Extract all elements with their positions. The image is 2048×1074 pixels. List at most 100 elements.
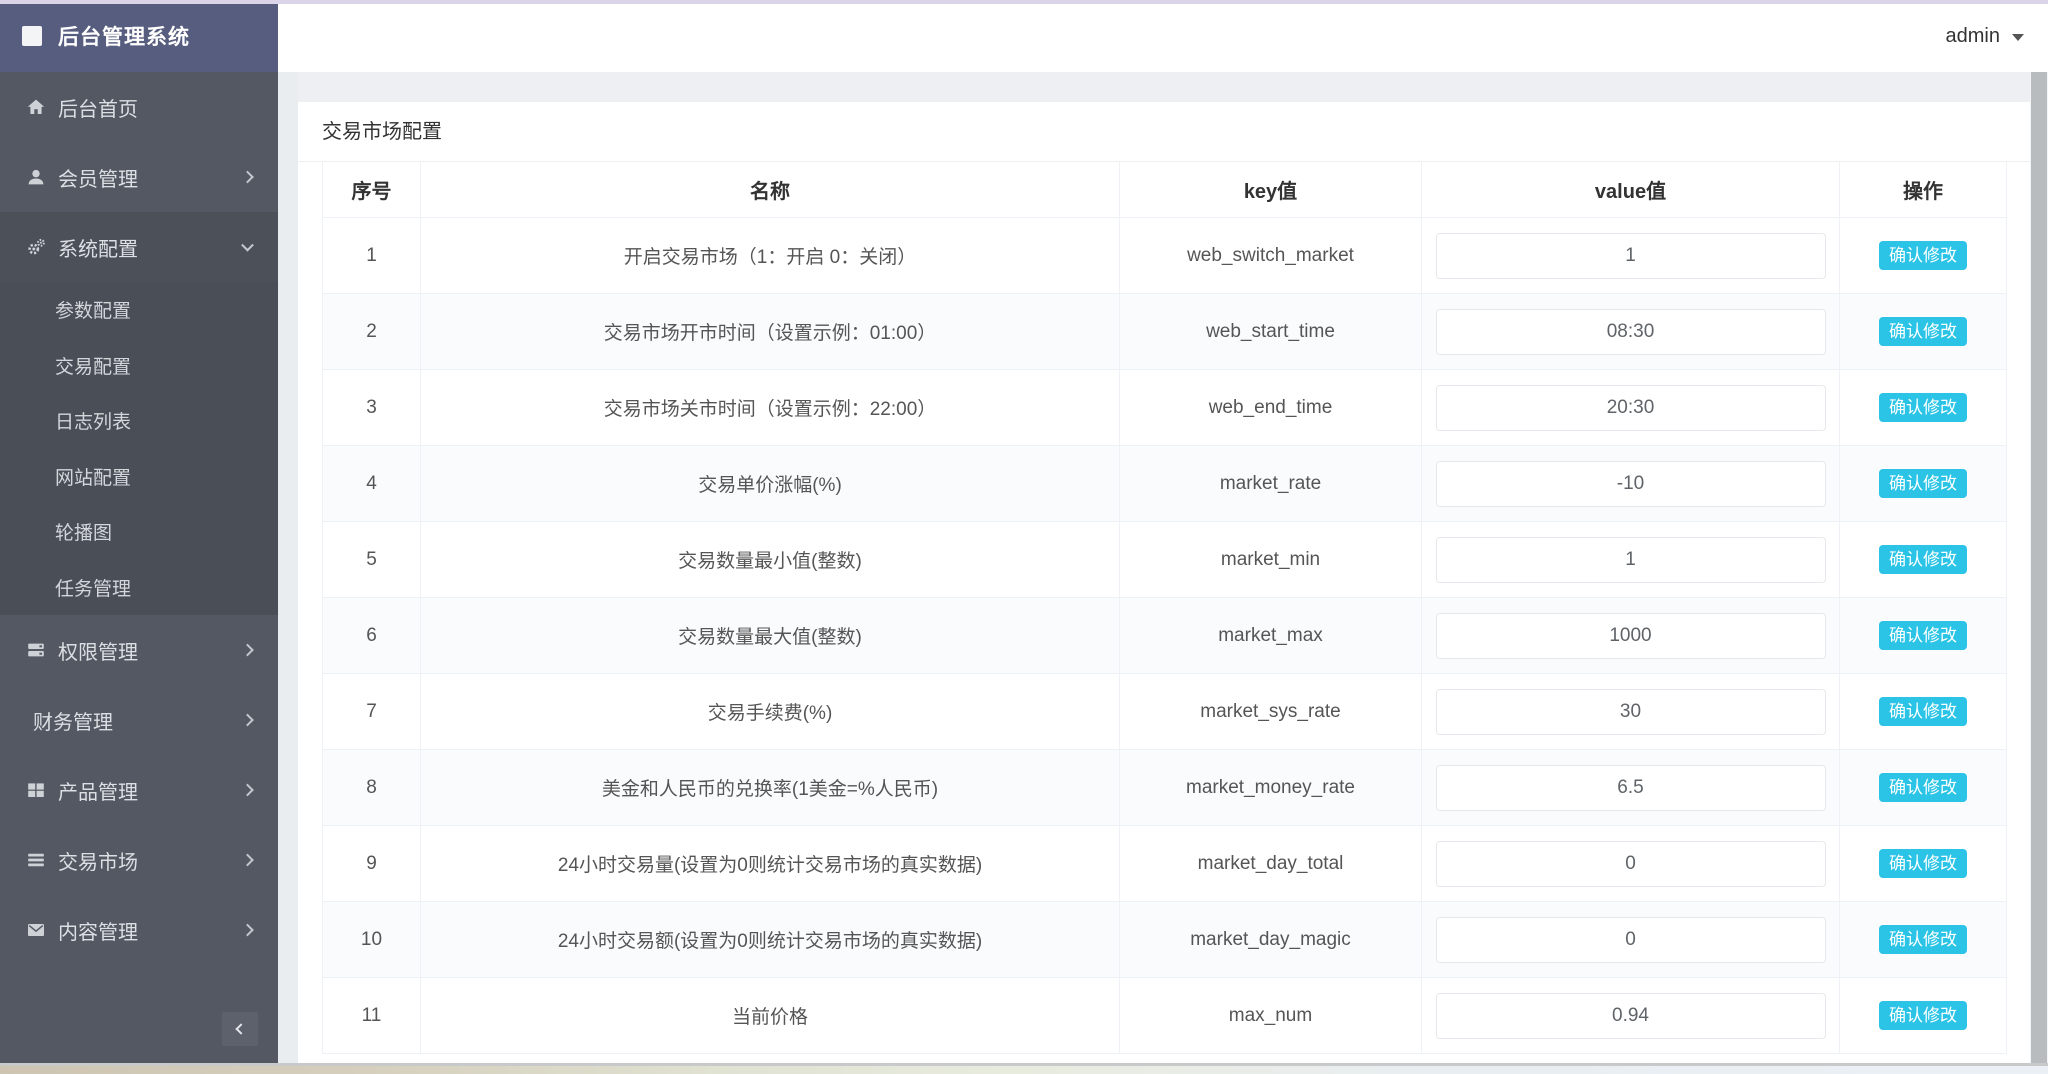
setting-key: market_money_rate [1186,776,1355,798]
sidebar-item[interactable]: 产品管理 [0,755,278,825]
confirm-edit-button[interactable]: 确认修改 [1879,697,1967,726]
row-index: 3 [366,396,377,418]
cell-index: 4 [323,446,421,522]
setting-key: web_end_time [1208,396,1333,418]
value-input[interactable] [1435,384,1826,431]
cell-key: web_switch_market [1120,218,1422,294]
cell-name: 交易市场关市时间（设置示例：22:00） [421,370,1120,446]
sidebar-item[interactable]: 系统配置 [0,212,278,282]
value-input[interactable] [1435,612,1826,659]
setting-key: market_day_total [1197,852,1344,874]
scrollbar-thumb[interactable] [2031,72,2047,1064]
cell-index: 1 [323,218,421,294]
cell-action: 确认修改 [1840,674,2007,750]
chevron-left-icon [235,1023,247,1035]
row-index: 9 [366,852,377,874]
value-input[interactable] [1435,916,1826,963]
sidebar-item[interactable]: 权限管理 [0,615,278,685]
cell-name: 当前价格 [421,978,1120,1054]
sidebar-subitem-label: 网站配置 [55,467,132,489]
app-logo-square-icon [22,26,42,46]
sidebar-item[interactable]: 内容管理 [0,895,278,965]
cell-key: market_max [1120,598,1422,674]
row-index: 10 [360,928,383,950]
value-input[interactable] [1435,536,1826,583]
sidebar-item-label: 产品管理 [58,781,138,804]
confirm-edit-button[interactable]: 确认修改 [1879,925,1967,954]
value-input[interactable] [1435,308,1826,355]
sidebar-subitem[interactable]: 轮播图 [0,504,278,560]
confirm-edit-button[interactable]: 确认修改 [1879,241,1967,270]
chevron-right-icon [241,783,254,797]
sidebar-item[interactable]: 财务管理 [0,685,278,755]
setting-key: market_max [1218,624,1323,646]
sidebar-collapse-button[interactable] [222,1012,258,1046]
sidebar-subitem[interactable]: 网站配置 [0,448,278,504]
cell-action: 确认修改 [1840,750,2007,826]
column-header-label: 序号 [351,181,392,203]
cell-key: market_money_rate [1120,750,1422,826]
cell-index: 11 [323,978,421,1054]
sidebar: 后台管理系统 后台首页 会员管理系统配置参数配置 交易配置 日志列表网站配置轮播图 任务… [0,0,278,1064]
confirm-edit-button[interactable]: 确认修改 [1879,545,1967,574]
sidebar-subitem[interactable]: 日志列表 [0,393,278,449]
row-index: 1 [366,244,377,266]
setting-key: market_day_magic [1190,928,1351,950]
cell-index: 3 [323,370,421,446]
envelope-icon [26,920,46,940]
app-screen: 后台管理系统 后台首页 会员管理系统配置参数配置 交易配置 日志列表网站配置轮播图 任务… [0,0,2048,1074]
confirm-edit-button[interactable]: 确认修改 [1879,469,1967,498]
sidebar-subitem[interactable]: 任务管理 [0,559,278,615]
value-input[interactable] [1435,232,1826,279]
column-header: value值 [1422,162,1840,218]
cell-index: 5 [323,522,421,598]
setting-name: 开启交易市场（1：开启 0：关闭） [623,247,917,268]
sidebar-item[interactable]: 交易市场 [0,825,278,895]
content-left-gutter [278,72,298,1064]
app-title: 后台管理系统 [58,26,190,49]
confirm-edit-button[interactable]: 确认修改 [1879,1001,1967,1030]
value-input[interactable] [1435,840,1826,887]
cell-name: 交易数量最大值(整数) [421,598,1120,674]
cell-index: 9 [323,826,421,902]
setting-name: 24小时交易量(设置为0则统计交易市场的真实数据) [557,855,983,876]
column-header: key值 [1120,162,1422,218]
confirm-edit-button[interactable]: 确认修改 [1879,621,1967,650]
value-input[interactable] [1435,688,1826,735]
sidebar-item-label: 系统配置 [58,238,138,261]
cell-name: 24小时交易量(设置为0则统计交易市场的真实数据) [421,826,1120,902]
cell-action: 确认修改 [1840,446,2007,522]
row-index: 4 [366,472,377,494]
sidebar-item[interactable]: 会员管理 [0,142,278,212]
card-header: 交易市场配置 [298,102,2030,162]
value-input[interactable] [1435,764,1826,811]
table-header-row: 序号 名称 key值 value值 操作 [323,162,2007,218]
sidebar-item[interactable]: 后台首页 [0,72,278,142]
chevron-right-icon [241,713,254,727]
cell-action: 确认修改 [1840,826,2007,902]
confirm-edit-button[interactable]: 确认修改 [1879,393,1967,422]
cell-key: web_end_time [1120,370,1422,446]
server-icon [26,640,46,660]
table-row: 10 24小时交易额(设置为0则统计交易市场的真实数据) market_day_ma… [323,902,2007,978]
column-header-label: key值 [1243,181,1298,203]
value-input[interactable] [1435,460,1826,507]
sidebar-subitem[interactable]: 参数配置 [0,282,278,338]
confirm-edit-button[interactable]: 确认修改 [1879,773,1967,802]
cell-action: 确认修改 [1840,902,2007,978]
table-row: 5 交易数量最小值(整数) market_min 确认修改 [323,522,2007,598]
confirm-edit-button[interactable]: 确认修改 [1879,849,1967,878]
vertical-scrollbar [2030,72,2048,1064]
user-dropdown[interactable]: admin [1946,0,2024,72]
setting-name: 交易数量最小值(整数) [678,551,862,572]
setting-name: 当前价格 [731,1007,808,1028]
chevron-right-icon [241,170,254,184]
confirm-edit-button[interactable]: 确认修改 [1879,317,1967,346]
setting-name: 交易数量最大值(整数) [678,627,862,648]
sidebar-subitem[interactable]: 交易配置 [0,337,278,393]
list-icon [26,850,46,870]
chevron-right-icon [241,643,254,657]
setting-key: market_rate [1219,472,1322,494]
table-body: 1 开启交易市场（1：开启 0：关闭） web_switch_market 确认修改 2… [323,218,2007,1054]
value-input[interactable] [1435,992,1826,1039]
